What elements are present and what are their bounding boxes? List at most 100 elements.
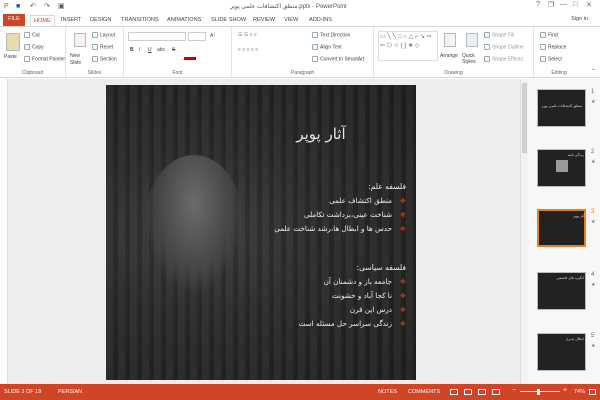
tab-design[interactable]: DESIGN <box>87 15 114 26</box>
philosophy-of-science-section[interactable]: فلسفه علم: ❖ منطق اکتشاف علمی ❖ شناخت عینی… <box>206 182 406 236</box>
minimize-icon[interactable]: — <box>560 1 567 8</box>
font-color-icon[interactable] <box>184 57 196 60</box>
arrange-button[interactable]: Arrange <box>440 53 458 60</box>
tab-animations[interactable]: ANIMATIONS <box>164 15 204 26</box>
paste-button[interactable]: Paste <box>4 54 17 61</box>
reading-view-icon[interactable] <box>478 389 486 395</box>
slide-thumbnail-4[interactable]: انگیزه های فلسفی <box>537 272 586 310</box>
diamond-bullet-icon: ❖ <box>399 197 406 205</box>
convert-smartart-label: Convert to SmartArt <box>320 56 365 63</box>
ribbon-display-icon[interactable]: ❐ <box>548 1 554 9</box>
find-button[interactable]: Find <box>540 32 558 39</box>
zoom-out-button[interactable]: − <box>512 387 516 394</box>
clipboard-group: Paste Cut Copy Format Painter Clipboard <box>0 27 66 77</box>
align-icons[interactable]: ≡ ≡ ≡ ≡ ≡ <box>238 47 258 54</box>
sign-in-link[interactable]: Sign in <box>571 16 588 22</box>
political-philosophy-section[interactable]: فلسفه سیاسی: ❖ جامعه باز و دشمنان آن ❖ نا … <box>206 263 406 331</box>
tab-addins[interactable]: ADD-INS <box>306 15 335 26</box>
strikethrough-button[interactable]: S <box>172 47 175 54</box>
slide-thumbnails-pane: 1 ★ منطق اکتشافات علمی پوپر 2 ★ زندگی نا… <box>528 79 600 384</box>
cut-button[interactable]: Cut <box>24 32 40 39</box>
arrange-icon[interactable] <box>444 33 456 47</box>
bullet-text: حدس ها و ابطال ها،رشد شناخت علمی <box>274 224 392 233</box>
language-indicator[interactable]: PERSIAN <box>58 389 82 395</box>
animation-star-icon: ★ <box>591 99 596 105</box>
slide-thumbnail-1[interactable]: منطق اکتشافات علمی پوپر <box>537 89 586 127</box>
clipboard-group-label: Clipboard <box>21 70 44 76</box>
thumbnail-title: انگیزه های فلسفی <box>556 276 584 280</box>
bullets-icon[interactable]: ☰ ☰ ≡ ≡ <box>238 32 257 39</box>
tab-view[interactable]: VIEW <box>281 15 301 26</box>
slide-thumbnail-5[interactable]: ابطال پذیری <box>537 333 586 371</box>
help-icon[interactable]: ? <box>536 1 540 8</box>
shadow-button[interactable]: abc <box>157 47 165 54</box>
tab-insert[interactable]: INSERT <box>58 15 84 26</box>
reset-button[interactable]: Reset <box>92 44 113 51</box>
replace-button[interactable]: Replace <box>540 44 566 51</box>
scrollbar-thumb[interactable] <box>522 83 527 153</box>
zoom-in-button[interactable]: + <box>563 387 567 394</box>
quick-styles-button[interactable]: Quick Styles <box>462 53 482 65</box>
tab-file[interactable]: FILE <box>3 14 25 26</box>
shape-fill-button[interactable]: Shape Fill <box>484 32 514 39</box>
close-icon[interactable]: ✕ <box>586 1 592 9</box>
collapse-ribbon-icon[interactable]: ⌃ <box>591 68 596 75</box>
diamond-bullet-icon: ❖ <box>399 320 406 328</box>
shape-outline-button[interactable]: Shape Outline <box>484 44 524 51</box>
vertical-scrollbar[interactable] <box>520 79 528 384</box>
diamond-bullet-icon: ❖ <box>399 225 406 233</box>
select-button[interactable]: Select <box>540 56 562 63</box>
fit-to-window-icon[interactable] <box>589 389 596 395</box>
slide-thumbnail-3[interactable]: آثار پوپر <box>537 209 586 247</box>
section-heading: فلسفه سیاسی: <box>356 263 406 272</box>
tab-transitions[interactable]: TRANSITIONS <box>118 15 162 26</box>
notes-button[interactable]: NOTES <box>378 389 397 395</box>
zoom-level[interactable]: 74% <box>574 389 585 395</box>
tab-review[interactable]: REVIEW <box>250 15 278 26</box>
maximize-icon[interactable]: □ <box>573 1 577 8</box>
layout-button[interactable]: Layout <box>92 32 115 39</box>
font-name-dropdown[interactable] <box>128 32 186 41</box>
thumbnail-title: منطق اکتشافات علمی پوپر <box>541 104 583 108</box>
format-painter-button[interactable]: Format Painter <box>24 56 65 63</box>
italic-button[interactable]: I <box>139 47 140 54</box>
undo-icon[interactable]: ↶ <box>30 2 36 11</box>
save-icon[interactable]: ■ <box>16 2 20 11</box>
convert-smartart-button[interactable]: Convert to SmartArt <box>312 56 364 63</box>
tab-slideshow[interactable]: SLIDE SHOW <box>208 15 249 26</box>
thumbnail-number: 2 <box>591 149 595 155</box>
slide-sorter-icon[interactable] <box>464 389 472 395</box>
shapes-gallery[interactable]: ▭ ╲ ╲ □ ○ △ ⌐ ↘ ⇨ ⇦ ⬠ ☆ { } ★ ◇ <box>378 31 438 61</box>
cut-label: Cut <box>32 32 40 39</box>
new-slide-icon[interactable] <box>74 33 86 47</box>
shape-effects-button[interactable]: Shape Effects <box>484 56 523 63</box>
paste-icon[interactable] <box>6 33 20 51</box>
tab-home[interactable]: HOME <box>30 15 55 26</box>
section-button[interactable]: Section <box>92 56 117 63</box>
copy-icon <box>24 44 30 50</box>
shape-effects-label: Shape Effects <box>492 56 524 63</box>
align-text-button[interactable]: Align Text <box>312 44 342 51</box>
slideshow-view-icon[interactable] <box>492 389 500 395</box>
copy-button[interactable]: Copy <box>24 44 44 51</box>
normal-view-icon[interactable] <box>450 389 458 395</box>
comments-button[interactable]: COMMENTS <box>408 389 440 395</box>
slide-title[interactable]: آثار پوپر <box>241 125 401 143</box>
start-slideshow-icon[interactable]: ▣ <box>58 2 65 11</box>
zoom-slider-thumb[interactable] <box>537 389 540 395</box>
diamond-bullet-icon: ❖ <box>399 211 406 219</box>
grow-font-icon[interactable]: A↑ <box>210 33 216 40</box>
zoom-slider[interactable] <box>520 391 560 392</box>
align-text-label: Align Text <box>320 44 342 51</box>
new-slide-button[interactable]: New Slide <box>70 53 92 67</box>
font-size-dropdown[interactable] <box>188 32 206 41</box>
bold-button[interactable]: B <box>130 47 134 54</box>
text-direction-button[interactable]: Text Direction <box>312 32 350 39</box>
redo-icon[interactable]: ↷ <box>44 2 50 11</box>
current-slide[interactable]: آثار پوپر فلسفه علم: ❖ منطق اکتشاف علمی ❖… <box>106 85 416 380</box>
reset-label: Reset <box>100 44 114 51</box>
quick-styles-icon[interactable] <box>466 33 478 47</box>
thumbnail-number: 4 <box>591 272 595 278</box>
underline-button[interactable]: U <box>148 47 152 54</box>
slide-thumbnail-2[interactable]: زندگی نامه <box>537 149 586 187</box>
